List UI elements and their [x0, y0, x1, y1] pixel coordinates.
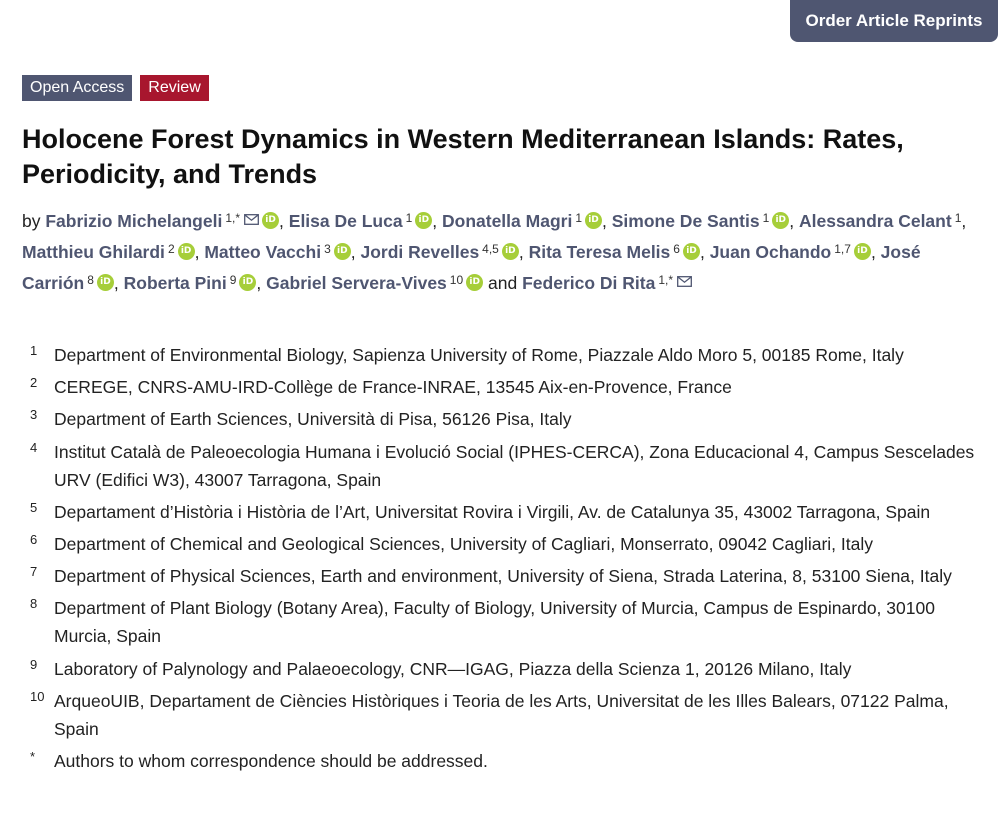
author-affiliation-sup: 1,7	[834, 242, 851, 256]
affiliation-number: 3	[30, 407, 38, 423]
affiliation-text: ArqueoUIB, Departament de Ciències Histò…	[54, 690, 949, 739]
affiliation-number: 6	[30, 531, 38, 547]
author-name-link[interactable]: Donatella Magri	[442, 211, 572, 231]
affiliation-number: 10	[30, 688, 45, 704]
affiliation-number: 5	[30, 499, 38, 515]
by-label: by	[22, 211, 41, 231]
affiliation-number: 2	[30, 375, 38, 391]
author-affiliation-sup: 1	[575, 211, 582, 225]
orcid-icon[interactable]: iD	[682, 243, 700, 260]
affiliation-list: 1 Department of Environmental Biology, Sa…	[30, 341, 980, 775]
author-entry: Jordi Revelles 4,5 iD	[361, 242, 519, 262]
affiliation-number: 1	[30, 343, 38, 358]
author-name-link[interactable]: Gabriel Servera-Vives	[266, 273, 447, 293]
author-name-link[interactable]: Alessandra Celant	[799, 211, 952, 231]
author-entry: Fabrizio Michelangeli 1,* iD	[45, 211, 280, 231]
author-name-link[interactable]: Matteo Vacchi	[204, 242, 321, 262]
affiliation-item: 7 Department of Physical Sciences, Earth …	[30, 562, 980, 590]
affiliation-number: 8	[30, 596, 38, 612]
order-reprints-button[interactable]: Order Article Reprints	[790, 0, 998, 42]
author-entry: Matthieu Ghilardi 2 iD	[22, 242, 195, 262]
envelope-icon[interactable]	[244, 205, 259, 233]
author-entry: Roberta Pini 9 iD	[124, 273, 257, 293]
article-title: Holocene Forest Dynamics in Western Medi…	[22, 124, 904, 189]
orcid-icon[interactable]: iD	[262, 212, 280, 229]
author-affiliation-sup: 1	[954, 211, 962, 225]
orcid-icon[interactable]: iD	[585, 212, 602, 229]
author-affiliation-sup: 10	[449, 273, 464, 287]
author-entry: Rita Teresa Melis 6 iD	[529, 242, 700, 262]
affiliation-item: 5 Departament d’Història i Història de l’…	[30, 498, 980, 526]
author-affiliation-sup: 8	[87, 273, 94, 287]
author-entry: Matteo Vacchi 3 iD	[204, 242, 351, 262]
affiliation-item: 8 Department of Plant Biology (Botany Are…	[30, 594, 980, 650]
affiliation-item: 6 Department of Chemical and Geological S…	[30, 530, 980, 558]
author-list: by Fabrizio Michelangeli 1,* iD, Elisa De …	[22, 204, 992, 297]
author-name-link[interactable]: Fabrizio Michelangeli	[45, 211, 222, 231]
affiliation-text: Authors to whom correspondence should be…	[54, 750, 488, 771]
author-entry: Gabriel Servera-Vives 10 iD	[266, 273, 484, 293]
affiliation-number: 4	[30, 439, 38, 455]
affiliation-text: Laboratory of Palynology and Palaeoecolo…	[54, 658, 852, 679]
author-affiliation-sup: 6	[673, 242, 680, 256]
author-entry: Juan Ochando 1,7 iD	[710, 242, 871, 262]
author-name-link[interactable]: Elisa De Luca	[289, 211, 403, 231]
orcid-icon[interactable]: iD	[772, 212, 790, 229]
author-name-link[interactable]: Juan Ochando	[710, 242, 832, 262]
orcid-icon[interactable]: iD	[466, 274, 484, 291]
author-affiliation-sup: 2	[167, 242, 175, 256]
author-entry: Donatella Magri 1 iD	[442, 211, 602, 231]
and-label: and	[488, 273, 518, 293]
orcid-icon[interactable]: iD	[239, 274, 257, 291]
author-affiliation-sup: 1,*	[225, 211, 241, 225]
affiliation-number: *	[30, 748, 36, 764]
affiliation-text: CEREGE, CNRS-AMU-IRD-Collège de France-I…	[54, 377, 732, 398]
orcid-icon[interactable]: iD	[333, 243, 351, 260]
orcid-icon[interactable]: iD	[177, 243, 195, 260]
affiliation-item: 3 Department of Earth Sciences, Universit…	[30, 405, 980, 433]
affiliation-item: 2 CEREGE, CNRS-AMU-IRD-Collège de France-…	[30, 373, 980, 401]
affiliation-item: 9 Laboratory of Palynology and Palaeoecol…	[30, 655, 980, 683]
orcid-icon[interactable]: iD	[501, 243, 519, 260]
affiliation-text: Institut Català de Paleoecologia Humana …	[54, 441, 975, 490]
article-badges: Open Access Review	[22, 75, 209, 101]
author-entry: Simone De Santis 1 iD	[612, 211, 790, 231]
author-affiliation-sup: 9	[229, 273, 237, 287]
article-type-badge[interactable]: Review	[140, 75, 209, 101]
affiliation-text: Department of Plant Biology (Botany Area…	[54, 598, 935, 647]
author-affiliation-sup: 1	[405, 211, 413, 225]
affiliation-text: Department of Chemical and Geological Sc…	[54, 533, 873, 554]
orcid-icon[interactable]: iD	[415, 212, 433, 229]
orcid-icon[interactable]: iD	[853, 243, 871, 260]
author-name-link[interactable]: Jordi Revelles	[361, 242, 480, 262]
envelope-icon[interactable]	[677, 267, 692, 295]
affiliation-item: 4 Institut Català de Paleoecologia Humana…	[30, 438, 980, 494]
author-affiliation-sup: 1	[762, 211, 770, 225]
author-name-link[interactable]: Federico Di Rita	[522, 273, 655, 293]
affiliation-text: Department of Physical Sciences, Earth a…	[54, 566, 952, 587]
affiliation-number: 7	[30, 564, 38, 580]
affiliation-number: 9	[30, 656, 38, 672]
author-name-link[interactable]: Simone De Santis	[612, 211, 760, 231]
author-entry: Alessandra Celant 1	[799, 211, 961, 231]
author-affiliation-sup: 1,*	[658, 273, 674, 287]
author-name-link[interactable]: Roberta Pini	[124, 273, 227, 293]
author-affiliation-sup: 4,5	[482, 242, 499, 256]
author-entry: Elisa De Luca 1 iD	[289, 211, 433, 231]
open-access-badge[interactable]: Open Access	[22, 75, 133, 101]
affiliation-item: * Authors to whom correspondence should b…	[30, 747, 980, 775]
affiliation-text: Department of Earth Sciences, Università…	[54, 409, 572, 430]
author-name-link[interactable]: Rita Teresa Melis	[529, 242, 671, 262]
affiliation-text: Departament d’Història i Història de l’A…	[54, 501, 931, 522]
affiliation-item: 1 Department of Environmental Biology, Sa…	[30, 341, 980, 369]
affiliation-item: 10 ArqueoUIB, Departament de Ciències His…	[30, 687, 980, 743]
author-name-link[interactable]: Matthieu Ghilardi	[22, 242, 165, 262]
affiliation-text: Department of Environmental Biology, Sap…	[54, 345, 904, 365]
orcid-icon[interactable]: iD	[96, 274, 114, 291]
author-affiliation-sup: 3	[324, 242, 331, 256]
author-entry: Federico Di Rita 1,*	[522, 273, 692, 293]
